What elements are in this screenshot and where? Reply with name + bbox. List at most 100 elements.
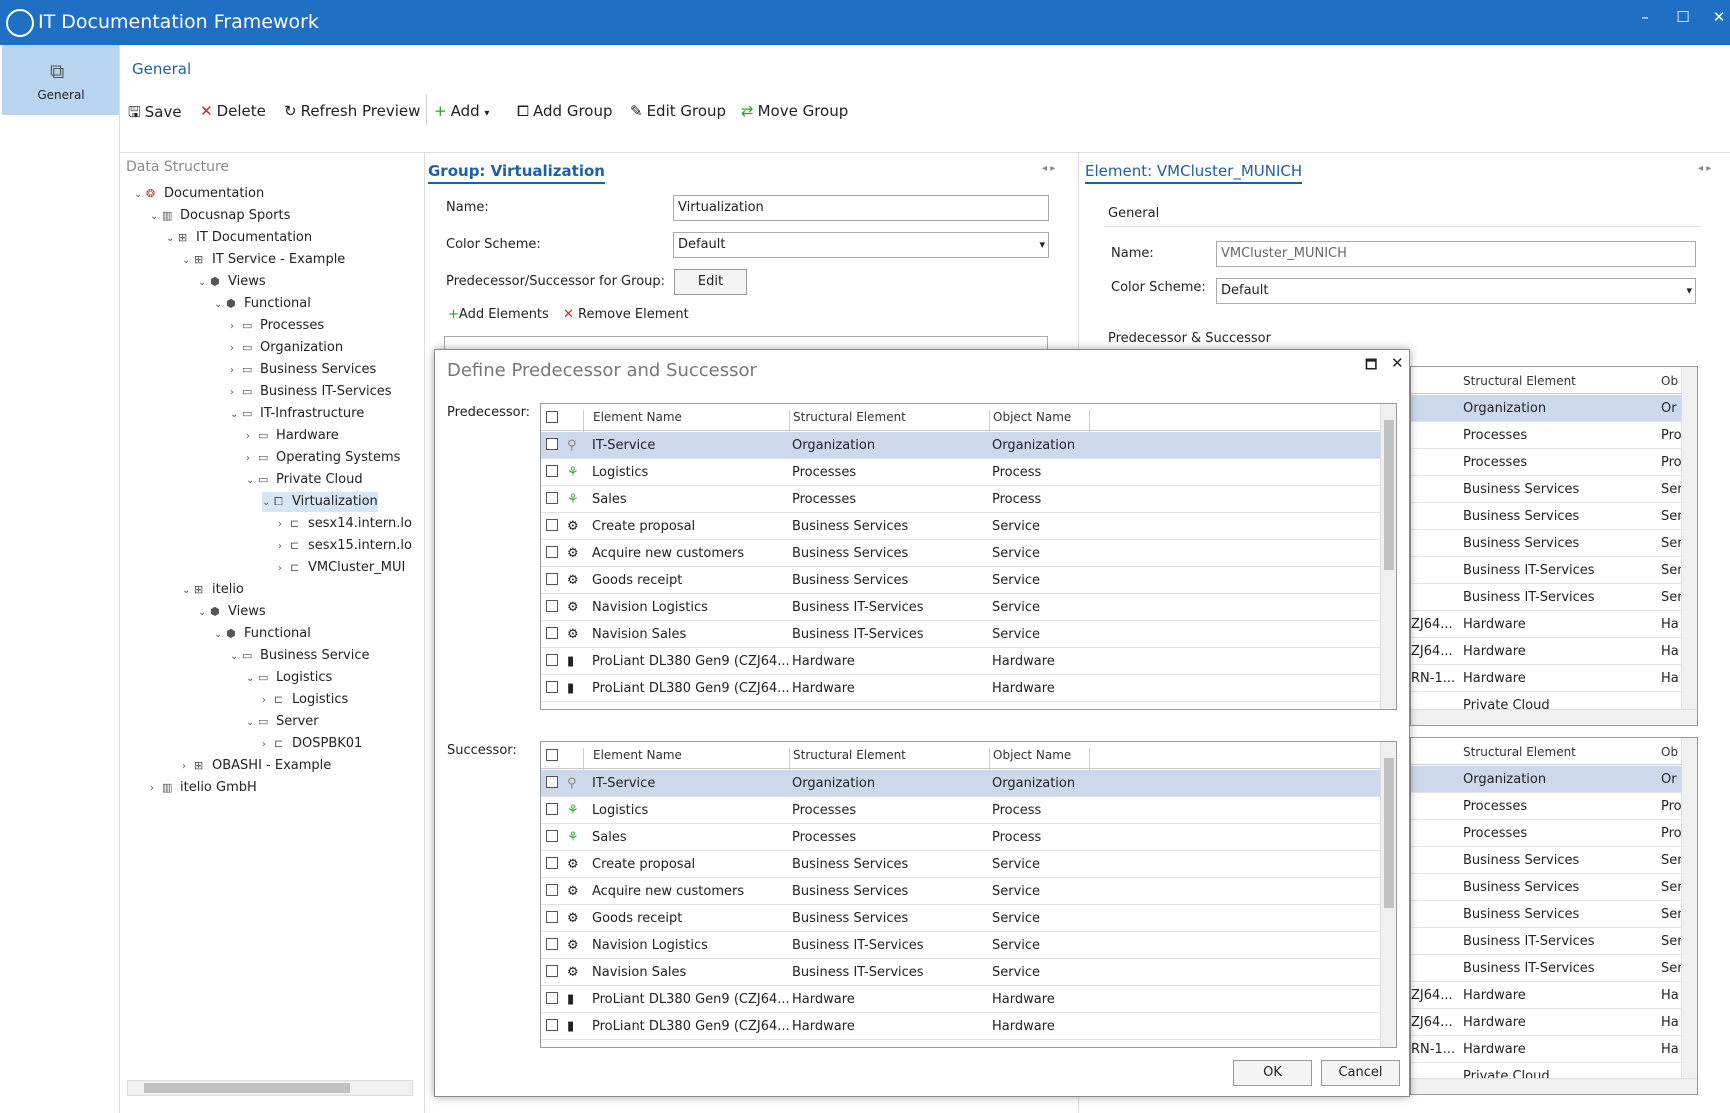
table-row[interactable]: Business IT-Services Ser <box>1411 955 1697 982</box>
delete-button[interactable]: ✕ Delete <box>200 102 266 120</box>
tree-item[interactable]: › ⊏ sesx15.intern.lo <box>278 536 412 556</box>
minimize-icon[interactable]: – <box>1630 8 1660 26</box>
element-successor-grid[interactable]: Structural Element Ob Organization Or Proces… <box>1410 737 1698 1095</box>
chevron-down-icon[interactable]: ⌄ <box>182 581 194 601</box>
table-row[interactable]: ⚲ IT-Service Organization Organization <box>541 770 1381 797</box>
table-row[interactable]: ⚙ Navision Sales Business IT-Services Servi… <box>541 621 1381 648</box>
table-row[interactable]: ⚙ Goods receipt Business Services Service <box>541 905 1381 932</box>
row-checkbox[interactable] <box>546 492 558 504</box>
row-checkbox[interactable] <box>546 965 558 977</box>
table-row[interactable]: ⚘ Sales Processes Process <box>541 486 1381 513</box>
column-header[interactable]: Element Name <box>593 748 682 762</box>
row-checkbox[interactable] <box>546 830 558 842</box>
vertical-scrollbar[interactable] <box>1380 404 1396 709</box>
table-row[interactable]: ⚙ Navision Sales Business IT-Services Servi… <box>541 959 1381 986</box>
add-elements-button[interactable]: +Add Elements <box>448 307 549 322</box>
chevron-down-icon[interactable]: ⌄ <box>230 405 242 425</box>
table-row[interactable]: ZJ64... Hardware Ha <box>1411 1009 1697 1036</box>
table-row[interactable]: Organization Or <box>1411 766 1697 793</box>
tree-item[interactable]: ⌄ ⧠ Virtualization <box>262 492 378 512</box>
vertical-scrollbar[interactable] <box>1681 738 1697 1094</box>
cancel-button[interactable]: Cancel <box>1321 1060 1400 1086</box>
dialog-maximize-icon[interactable]: 🗖 <box>1365 356 1377 378</box>
table-row[interactable]: Business IT-Services Ser <box>1411 928 1697 955</box>
edit-button[interactable]: Edit <box>674 269 747 295</box>
element-predecessor-grid[interactable]: Structural Element Ob Organization Or Proces… <box>1410 366 1698 726</box>
table-row[interactable]: ▮ ProLiant DL380 Gen9 (CZJ64... Hardware Ha… <box>541 986 1381 1013</box>
chevron-right-icon[interactable]: › <box>262 735 274 755</box>
chevron-down-icon[interactable]: ⌄ <box>246 713 258 733</box>
table-row[interactable]: ⚘ Sales Processes Process <box>541 824 1381 851</box>
table-row[interactable]: ▮ ProLiant DL380 Gen9 (CZJ64... Hardware Ha… <box>541 1013 1381 1040</box>
chevron-down-icon[interactable]: ⌄ <box>230 647 242 667</box>
tree-item[interactable]: ⌄ ⊞ IT Service - Example <box>182 250 345 270</box>
row-checkbox[interactable] <box>546 654 558 666</box>
chevron-down-icon[interactable]: ⌄ <box>182 251 194 271</box>
row-checkbox[interactable] <box>546 776 558 788</box>
table-row[interactable]: Organization Or <box>1411 395 1697 422</box>
group-name-input[interactable]: Virtualization <box>673 195 1049 221</box>
table-row[interactable]: ⚘ Logistics Processes Process <box>541 459 1381 486</box>
tree-item[interactable]: › ▭ Business IT-Services <box>230 382 392 402</box>
table-row[interactable]: ⚙ Acquire new customers Business Services S… <box>541 540 1381 567</box>
tab-element-vmcluster[interactable]: Element: VMCluster_MUNICH <box>1085 162 1303 184</box>
tree-item[interactable]: ⌄ ⊞ IT Documentation <box>166 228 312 248</box>
chevron-right-icon[interactable]: › <box>230 361 242 381</box>
move-group-button[interactable]: ⇄ Move Group <box>741 102 848 120</box>
column-header[interactable]: Ob <box>1661 745 1678 759</box>
select-all-checkbox[interactable] <box>546 411 558 423</box>
element-color-scheme-select[interactable]: Default <box>1216 278 1696 304</box>
column-header[interactable]: Structural Element <box>1463 745 1576 759</box>
chevron-right-icon[interactable]: › <box>230 317 242 337</box>
nav-general[interactable]: ⧉ General <box>2 45 120 115</box>
tree-item[interactable]: › ▭ Hardware <box>246 426 339 446</box>
column-header[interactable]: Structural Element <box>1463 374 1576 388</box>
chevron-right-icon[interactable]: › <box>230 339 242 359</box>
tree-item[interactable]: ⌄ ❂ Documentation <box>134 184 264 204</box>
chevron-right-icon[interactable]: › <box>246 449 258 469</box>
table-row[interactable]: Processes Pro <box>1411 793 1697 820</box>
table-row[interactable]: ⚙ Acquire new customers Business Services S… <box>541 878 1381 905</box>
row-checkbox[interactable] <box>546 911 558 923</box>
table-row[interactable]: ⚲ IT-Service Organization Organization <box>541 432 1381 459</box>
tree-item[interactable]: ⌄ ⬢ Functional <box>214 624 311 644</box>
chevron-right-icon[interactable]: › <box>278 515 290 535</box>
horizontal-scrollbar[interactable] <box>1411 709 1697 725</box>
row-checkbox[interactable] <box>546 600 558 612</box>
table-row[interactable]: ⚙ Goods receipt Business Services Service <box>541 567 1381 594</box>
panel-nav-icon[interactable]: ◂ ▸ <box>1698 163 1711 174</box>
chevron-right-icon[interactable]: › <box>246 427 258 447</box>
add-button[interactable]: + Add ▾ <box>434 102 489 120</box>
column-header[interactable]: Object Name <box>993 748 1071 762</box>
vertical-scrollbar[interactable] <box>1681 367 1697 725</box>
row-checkbox[interactable] <box>546 627 558 639</box>
tree-item[interactable]: ⌄ ⊞ itelio <box>182 580 244 600</box>
table-row[interactable]: Business IT-Services Ser <box>1411 584 1697 611</box>
table-row[interactable]: RN-1... Hardware Ha <box>1411 665 1697 692</box>
chevron-down-icon[interactable]: ⌄ <box>214 625 226 645</box>
tree-item[interactable]: ⌄ ⬢ Views <box>198 272 266 292</box>
chevron-down-icon[interactable]: ⌄ <box>246 471 258 491</box>
element-name-input[interactable]: VMCluster_MUNICH <box>1216 241 1696 267</box>
table-row[interactable]: ⚙ Create proposal Business Services Service <box>541 513 1381 540</box>
column-header[interactable]: Ob <box>1661 374 1678 388</box>
tree-item[interactable]: › ▥ itelio GmbH <box>150 778 257 798</box>
tree-item[interactable]: › ▭ Processes <box>230 316 324 336</box>
table-row[interactable]: Processes Pro <box>1411 820 1697 847</box>
scroll-thumb[interactable] <box>1384 420 1394 570</box>
chevron-down-icon[interactable]: ⌄ <box>198 603 210 623</box>
chevron-down-icon[interactable]: ⌄ <box>198 273 210 293</box>
scroll-thumb[interactable] <box>144 1083 350 1093</box>
save-button[interactable]: 🖫 Save <box>128 102 182 127</box>
chevron-right-icon[interactable]: › <box>150 779 162 799</box>
tree-item[interactable]: › ⊞ OBASHI - Example <box>182 756 331 776</box>
chevron-down-icon[interactable]: ⌄ <box>166 229 178 249</box>
vertical-scrollbar[interactable] <box>1380 742 1396 1047</box>
column-header[interactable]: Element Name <box>593 410 682 424</box>
maximize-icon[interactable]: ☐ <box>1668 8 1698 26</box>
tree-item[interactable]: › ▭ Business Services <box>230 360 376 380</box>
table-row[interactable]: Business Services Ser <box>1411 530 1697 557</box>
table-row[interactable]: Business Services Ser <box>1411 874 1697 901</box>
tree-item[interactable]: › ⊏ DOSPBK01 <box>262 734 362 754</box>
ribbon-tab-general[interactable]: General <box>132 60 191 78</box>
